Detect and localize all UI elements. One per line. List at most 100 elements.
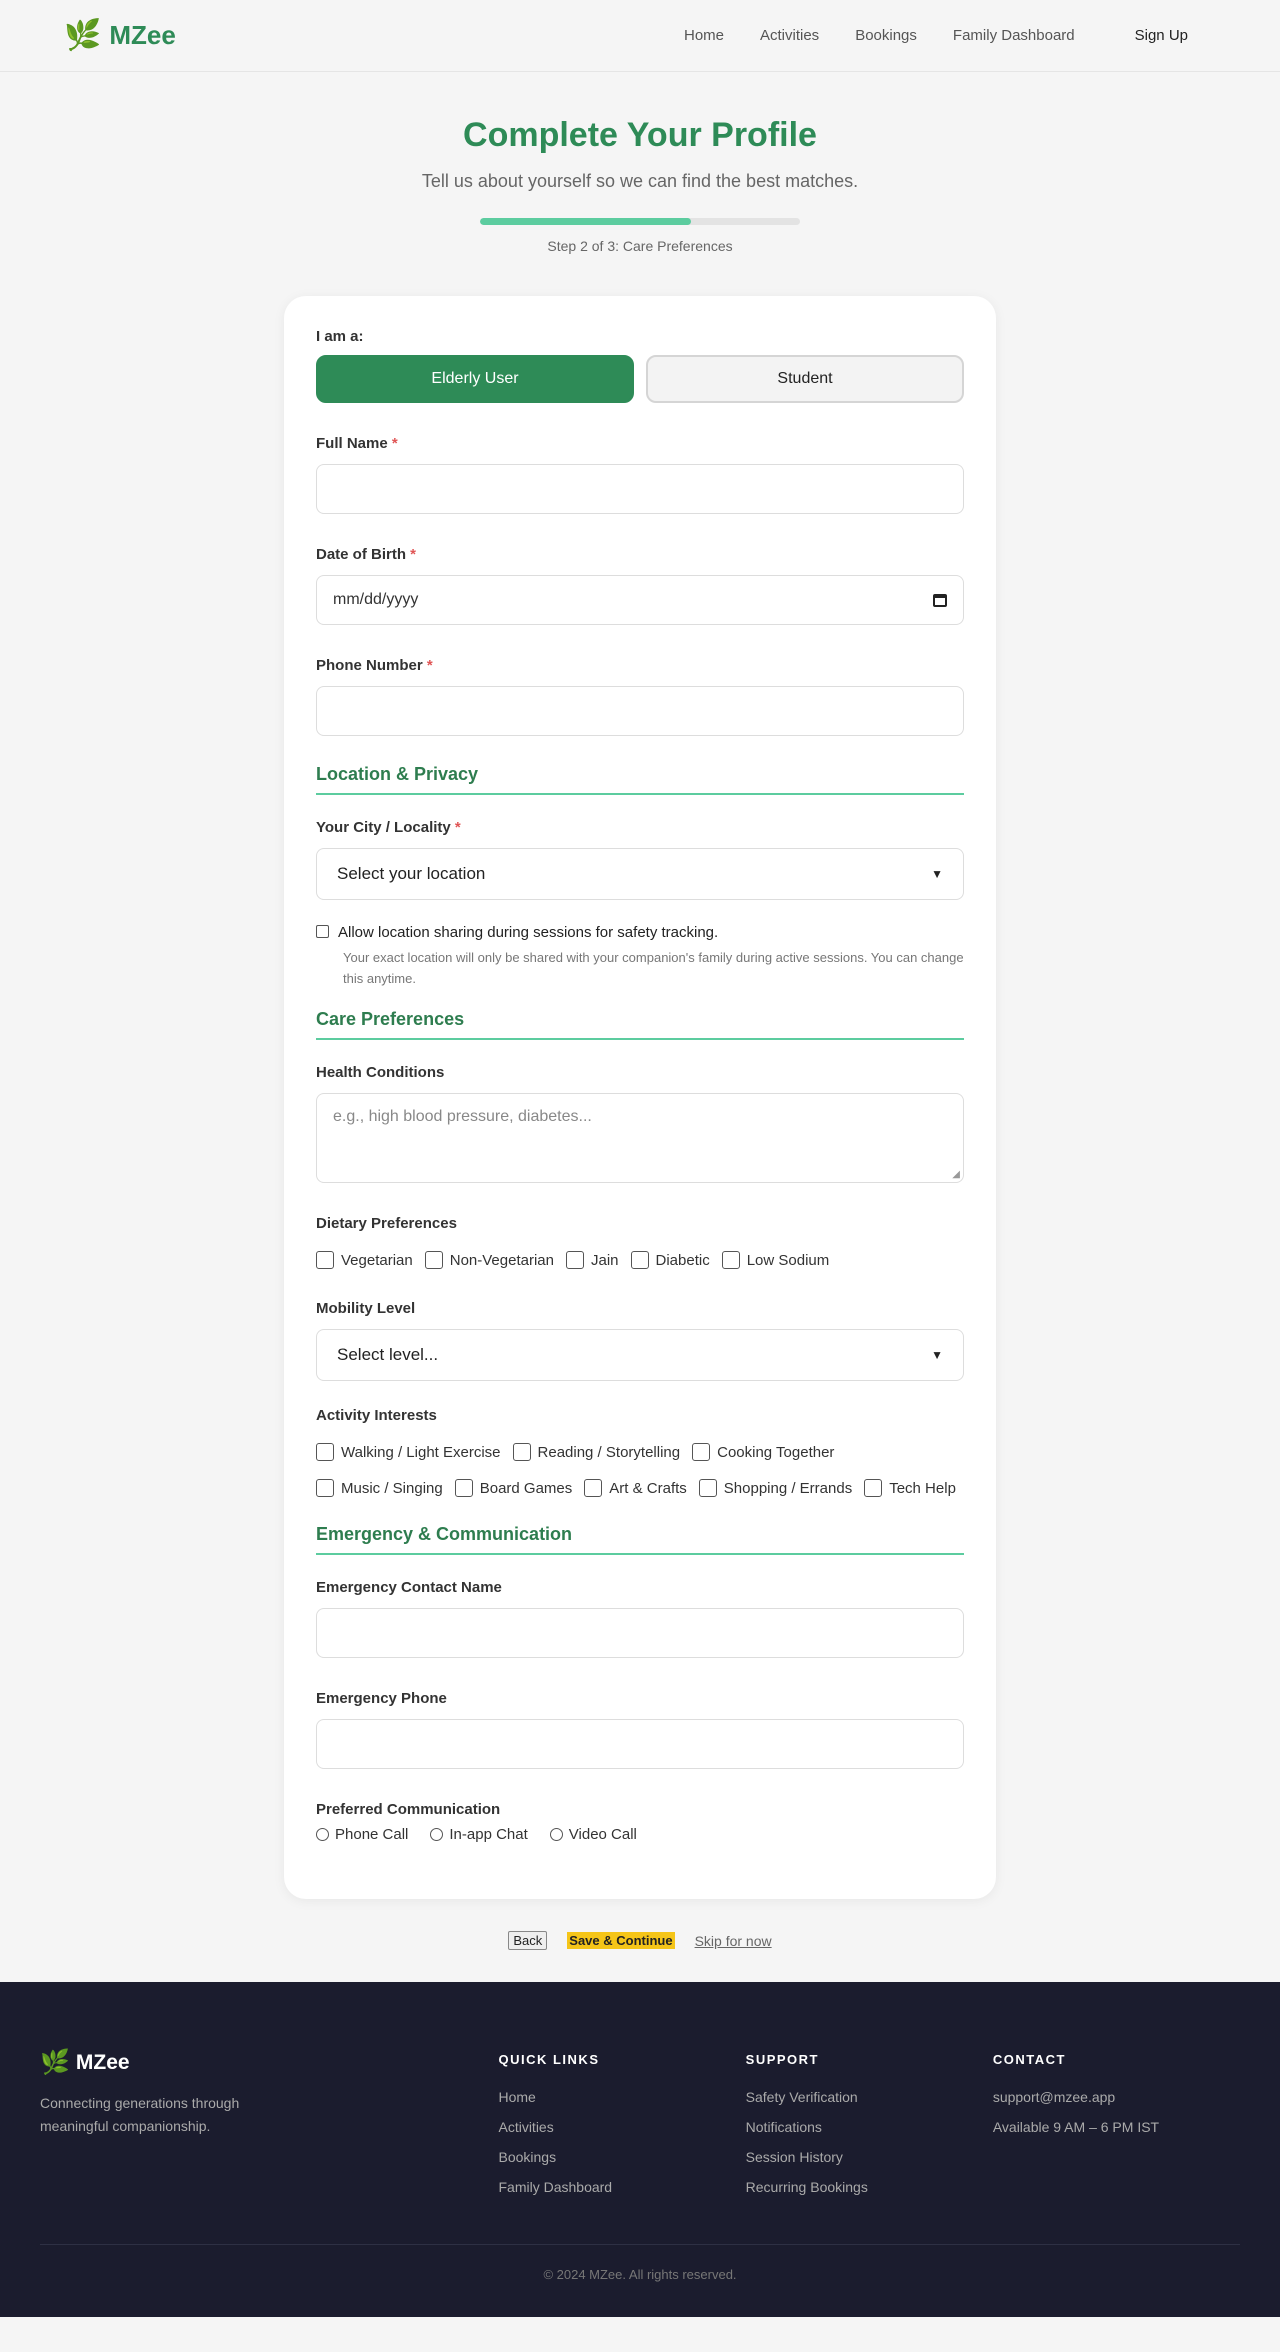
diet-option[interactable]: Jain (565, 1242, 619, 1278)
mobility-select-value: Select level... (337, 1345, 439, 1364)
radio-button[interactable] (549, 1828, 563, 1841)
page-title: Complete Your Profile (463, 116, 817, 154)
save-continue-button[interactable]: Save & Continue (567, 1932, 675, 1949)
page-subtitle: Tell us about yourself so we can find th… (421, 171, 859, 191)
diet-option[interactable]: Vegetarian (316, 1242, 413, 1278)
leaf-icon: 🌿 (64, 18, 102, 52)
footer-copyright: © 2024 MZee. All rights reserved. (40, 2244, 1240, 2282)
interest-option[interactable]: Reading / Storytelling (512, 1434, 680, 1470)
checkbox[interactable] (692, 1443, 711, 1461)
communication-option[interactable]: Video Call (549, 1826, 637, 1843)
diet-option[interactable]: Low Sodium (721, 1242, 829, 1278)
brand-name: MZee (109, 20, 176, 50)
checkbox[interactable] (316, 1479, 334, 1497)
calendar-icon[interactable] (933, 593, 947, 607)
footer-brand-column: 🌿 MZee Connecting generations through me… (40, 2048, 498, 2209)
role-student-button[interactable]: Student (646, 355, 964, 403)
emergency-phone-input[interactable] (316, 1719, 964, 1769)
required-mark: * (426, 657, 433, 674)
mobility-select[interactable]: Select level... ▼ (316, 1329, 964, 1381)
checkbox[interactable] (316, 1443, 334, 1461)
health-textarea[interactable]: e.g., high blood pressure, diabetes... ◢ (316, 1093, 964, 1183)
footer-quick-links: QUICK LINKS Home Activities Bookings Fam… (498, 2048, 745, 2209)
section-emergency-communication: Emergency & Communication (316, 1524, 964, 1555)
nav-links: Home Activities Bookings Family Dashboar… (648, 27, 1216, 44)
communication-option[interactable]: In-app Chat (430, 1826, 528, 1843)
nav-link-bookings[interactable]: Bookings (855, 27, 917, 44)
interest-option[interactable]: Board Games (454, 1470, 572, 1506)
role-toggle: Elderly User Student (316, 355, 964, 403)
checkbox[interactable] (630, 1251, 649, 1269)
radio-button[interactable] (316, 1828, 329, 1841)
chevron-down-icon: ▼ (931, 1348, 943, 1362)
interest-option[interactable]: Walking / Light Exercise (316, 1434, 501, 1470)
checkbox[interactable] (424, 1251, 443, 1269)
diet-label: Dietary Preferences (316, 1215, 457, 1232)
interest-option[interactable]: Cooking Together (692, 1434, 834, 1470)
nav-link-family-dashboard[interactable]: Family Dashboard (953, 27, 1075, 44)
communication-label: Preferred Communication (316, 1801, 501, 1818)
nav-link-activities[interactable]: Activities (760, 27, 819, 44)
mobility-label: Mobility Level (316, 1300, 416, 1317)
back-button[interactable]: Back (508, 1931, 548, 1950)
diet-option[interactable]: Non-Vegetarian (424, 1242, 554, 1278)
footer-link[interactable]: Recurring Bookings (746, 2179, 993, 2195)
footer-contact-email[interactable]: support@mzee.app (993, 2089, 1240, 2105)
emergency-name-input[interactable] (316, 1608, 964, 1658)
nav-link-home[interactable]: Home (684, 27, 724, 44)
footer-link[interactable]: Notifications (746, 2119, 993, 2135)
communication-option[interactable]: Phone Call (316, 1826, 408, 1843)
footer-link[interactable]: Home (498, 2089, 745, 2105)
diet-option[interactable]: Diabetic (630, 1242, 710, 1278)
site-footer: 🌿 MZee Connecting generations through me… (0, 1982, 1280, 2317)
checkbox[interactable] (512, 1443, 531, 1461)
footer-brand[interactable]: 🌿 MZee (40, 2048, 498, 2077)
footer-link[interactable]: Family Dashboard (498, 2179, 745, 2195)
city-field: Your City / Locality * Select your locat… (316, 819, 964, 900)
brand-logo[interactable]: 🌿 MZee (64, 20, 176, 51)
resize-handle-icon[interactable]: ◢ (952, 1169, 960, 1180)
health-label: Health Conditions (316, 1064, 445, 1081)
footer-link[interactable]: Activities (498, 2119, 745, 2135)
checkbox[interactable] (721, 1251, 740, 1269)
top-nav: 🌿 MZee Home Activities Bookings Family D… (0, 0, 1280, 72)
location-consent-checkbox[interactable] (316, 925, 329, 938)
emergency-name-field: Emergency Contact Name (316, 1579, 964, 1658)
footer-heading: SUPPORT (745, 2052, 819, 2067)
interest-option[interactable]: Music / Singing (316, 1470, 443, 1506)
radio-button[interactable] (430, 1828, 444, 1841)
checkbox[interactable] (565, 1251, 584, 1269)
checkbox[interactable] (864, 1479, 883, 1497)
footer-heading: QUICK LINKS (498, 2052, 600, 2067)
interest-option[interactable]: Shopping / Errands (698, 1470, 852, 1506)
dob-label: Date of Birth * (316, 546, 417, 563)
city-label: Your City / Locality * (316, 819, 461, 836)
step-indicator: Step 2 of 3: Care Preferences (547, 238, 733, 254)
checkbox[interactable] (454, 1479, 473, 1497)
footer-link[interactable]: Bookings (498, 2149, 745, 2165)
interest-option[interactable]: Art & Crafts (584, 1470, 687, 1506)
checkbox[interactable] (584, 1479, 603, 1497)
mobility-field: Mobility Level Select level... ▼ (316, 1300, 964, 1381)
checkbox[interactable] (316, 1251, 334, 1269)
full-name-input[interactable] (316, 464, 964, 514)
city-select[interactable]: Select your location ▼ (316, 848, 964, 900)
dob-input[interactable]: mm/dd/yyyy (316, 575, 964, 625)
emergency-name-label: Emergency Contact Name (316, 1579, 502, 1596)
skip-link[interactable]: Skip for now (695, 1933, 772, 1949)
communication-options: Phone Call In-app Chat Video Call (316, 1826, 964, 1843)
footer-link[interactable]: Safety Verification (746, 2089, 993, 2105)
phone-input[interactable] (316, 686, 964, 736)
full-name-field: Full Name * (316, 435, 964, 514)
emergency-phone-field: Emergency Phone (316, 1690, 964, 1769)
required-mark: * (410, 546, 417, 563)
footer-support: SUPPORT Safety Verification Notification… (746, 2048, 993, 2209)
sign-up-link[interactable]: Sign Up (1135, 27, 1188, 44)
role-elderly-user-button[interactable]: Elderly User (316, 355, 634, 403)
interest-option[interactable]: Tech Help (864, 1470, 956, 1506)
checkbox[interactable] (698, 1479, 717, 1497)
health-placeholder: e.g., high blood pressure, diabetes... (333, 1108, 592, 1125)
footer-link[interactable]: Session History (746, 2149, 993, 2165)
communication-field: Preferred Communication Phone Call In-ap… (316, 1801, 964, 1843)
location-consent: Allow location sharing during sessions f… (316, 924, 964, 989)
